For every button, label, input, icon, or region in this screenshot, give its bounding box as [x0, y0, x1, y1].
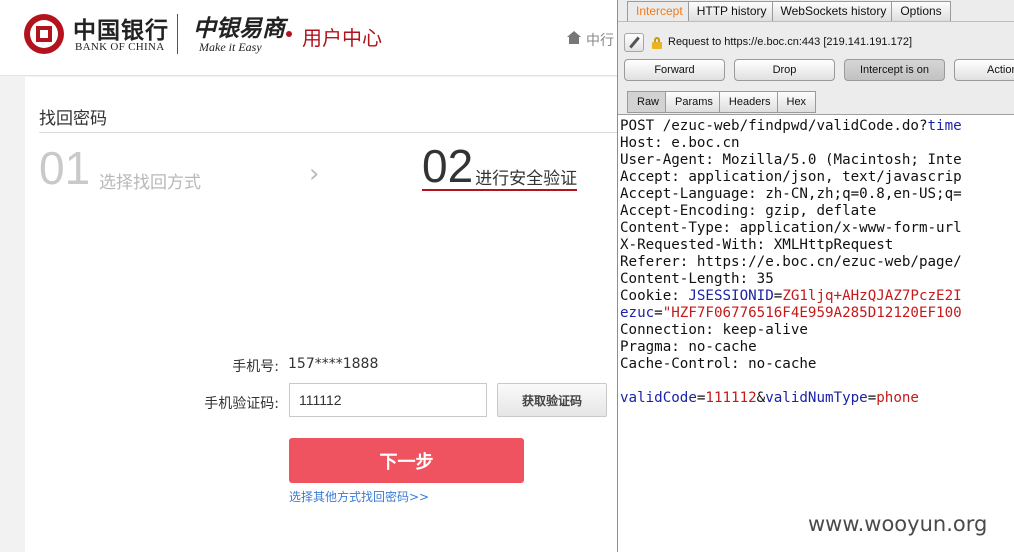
header-line: Content-Length: 35 — [620, 271, 774, 287]
watermark: www.wooyun.org — [808, 512, 988, 536]
next-step-button[interactable]: 下一步 — [289, 438, 524, 483]
drop-button[interactable]: Drop — [734, 59, 835, 81]
step-1-number: 01 — [39, 142, 91, 194]
main-content: 找回密码 01 选择找回方式 › 02 进行安全验证 手机号: 157****18… — [25, 77, 618, 552]
step-2-label: 进行安全验证 — [475, 169, 578, 189]
request-target: Request to https://e.boc.cn:443 [219.141… — [668, 36, 913, 48]
logo-divider — [177, 14, 178, 54]
sms-code-input[interactable] — [289, 383, 487, 417]
brand-slogan: Make it Easy — [199, 40, 262, 54]
cookie-line-cont: ezuc="HZF7F06776516F4E959A285D12120EF100 — [620, 305, 962, 321]
tab-websockets-history[interactable]: WebSockets history — [771, 1, 896, 22]
home-link[interactable]: 中行 — [586, 30, 614, 50]
boc-logo-icon[interactable] — [24, 14, 64, 54]
header-line: Referer: https://e.boc.cn/ezuc-web/page/ — [620, 254, 962, 270]
phone-label: 手机号: — [232, 359, 279, 375]
title-divider — [39, 132, 618, 133]
brand-name-cn: 中银易商 — [193, 15, 285, 42]
proxy-panel: Intercept HTTP history WebSockets history O… — [617, 0, 1014, 552]
edit-pencil-icon[interactable] — [624, 33, 644, 52]
message-view-tabs: Raw Params Headers Hex — [627, 91, 817, 113]
bank-page: 中国银行 BANK OF CHINA 中银易商 Make it Easy 用户中… — [0, 0, 618, 552]
header-line: Connection: keep-alive — [620, 322, 808, 338]
tab-http-history[interactable]: HTTP history — [687, 1, 776, 22]
header-line: User-Agent: Mozilla/5.0 (Macintosh; Inte — [620, 152, 962, 168]
proxy-tabs: Intercept HTTP history WebSockets history O… — [627, 1, 951, 22]
step-2-number: 02 — [422, 140, 474, 192]
header-line: Accept: application/json, text/javascrip — [620, 169, 962, 185]
cookie-line: Cookie: JSESSIONID=ZG1ljq+AHzQJAZ7PczE2I — [620, 288, 962, 304]
raw-request-editor[interactable]: POST /ezuc-web/findpwd/validCode.do?time… — [618, 114, 1014, 552]
action-button[interactable]: Action — [954, 59, 1014, 81]
tab-params[interactable]: Params — [665, 91, 723, 113]
boc-name-cn: 中国银行 — [73, 17, 169, 44]
request-line-1: POST /ezuc-web/findpwd/validCode.do?time — [620, 118, 962, 134]
tab-options[interactable]: Options — [891, 1, 951, 22]
title-dot — [286, 31, 292, 37]
header-line: Host: e.boc.cn — [620, 135, 740, 151]
tab-intercept[interactable]: Intercept — [627, 1, 692, 22]
boc-name-en: BANK OF CHINA — [75, 41, 165, 53]
phone-value: 157****1888 — [288, 356, 379, 372]
tab-headers[interactable]: Headers — [718, 91, 781, 113]
header-line: Accept-Language: zh-CN,zh;q=0.8,en-US;q= — [620, 186, 962, 202]
tab-raw[interactable]: Raw — [627, 91, 670, 113]
tab-hex[interactable]: Hex — [776, 91, 817, 113]
home-icon[interactable] — [567, 31, 581, 45]
header-line: Content-Type: application/x-www-form-url — [620, 220, 962, 236]
other-methods-link[interactable]: 选择其他方式找回密码>> — [289, 488, 429, 505]
tabs-divider — [618, 21, 1014, 22]
header-line: Pragma: no-cache — [620, 339, 757, 355]
step-arrow-icon: › — [309, 159, 320, 189]
page-title: 找回密码 — [39, 109, 107, 129]
sms-code-label: 手机验证码: — [204, 396, 279, 412]
header-line: X-Requested-With: XMLHttpRequest — [620, 237, 894, 253]
header-line: Accept-Encoding: gzip, deflate — [620, 203, 877, 219]
get-code-button[interactable]: 获取验证码 — [497, 383, 607, 417]
forward-button[interactable]: Forward — [624, 59, 725, 81]
user-center-title: 用户中心 — [302, 26, 382, 50]
lock-icon — [652, 37, 662, 49]
intercept-toggle-button[interactable]: Intercept is on — [844, 59, 945, 81]
header-line: Cache-Control: no-cache — [620, 356, 817, 372]
request-body-line: validCode=111112&validNumType=phone — [620, 390, 919, 406]
site-header: 中国银行 BANK OF CHINA 中银易商 Make it Easy 用户中… — [0, 0, 618, 76]
step-1-label: 选择找回方式 — [99, 173, 201, 193]
step-2-current: 02 进行安全验证 — [422, 140, 578, 192]
